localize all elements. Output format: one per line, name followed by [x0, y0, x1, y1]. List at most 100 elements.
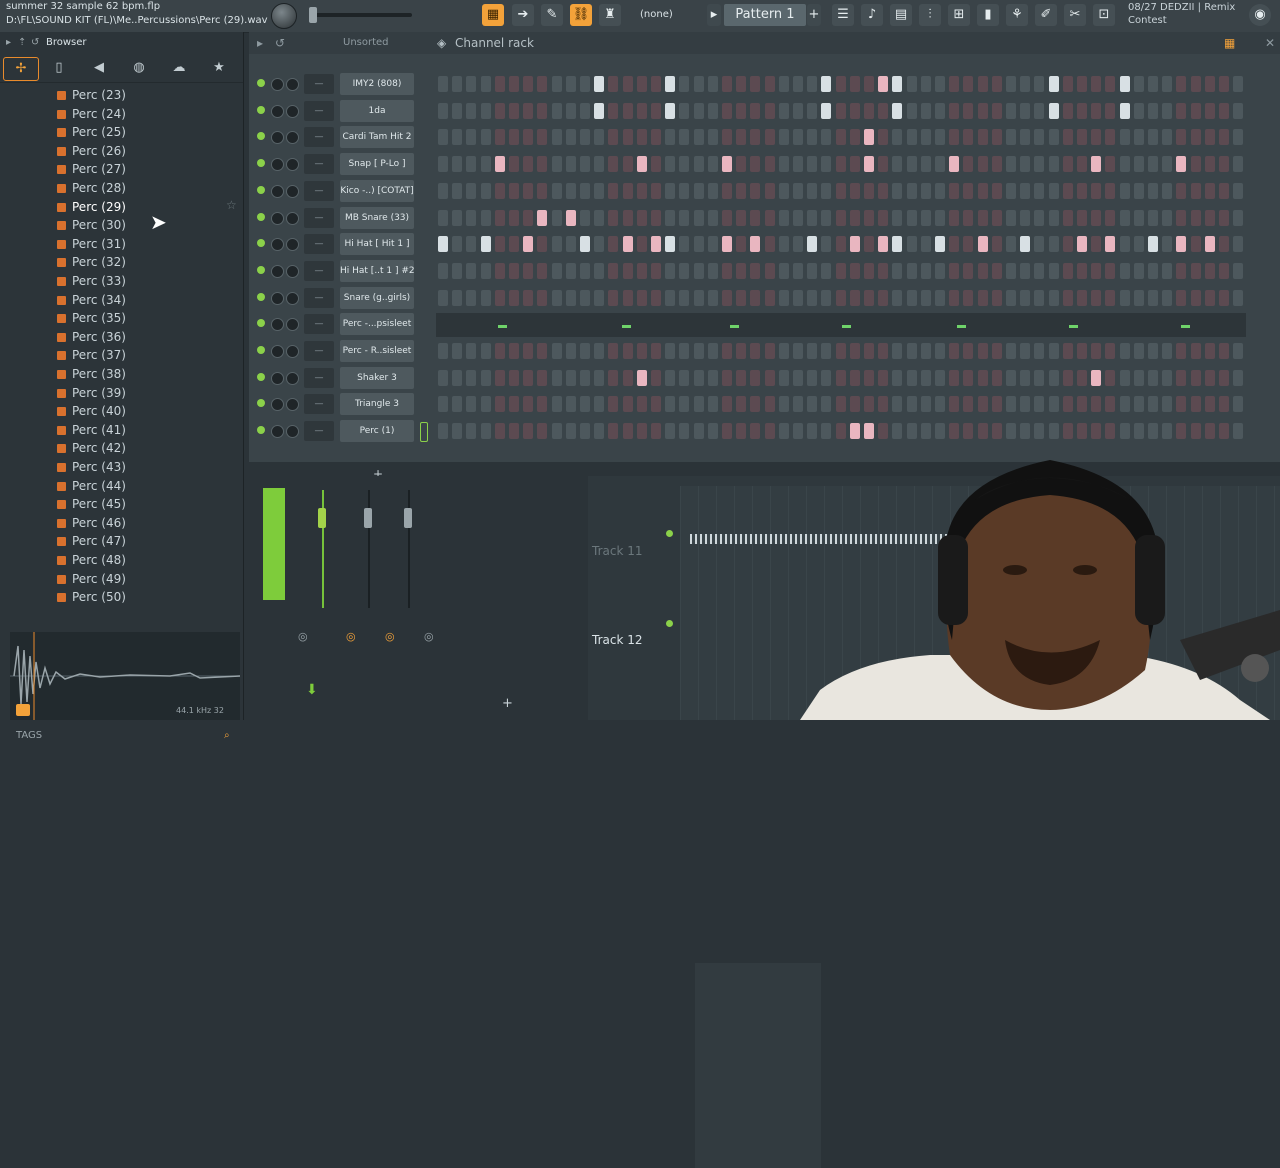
step-button[interactable]	[793, 156, 803, 173]
browser-file-item[interactable]: Perc (42)	[57, 439, 126, 457]
step-button[interactable]	[537, 289, 548, 306]
step-button[interactable]	[977, 343, 988, 359]
step-button[interactable]	[878, 369, 889, 386]
browser-file-item[interactable]: Perc (24)	[57, 105, 126, 123]
step-button[interactable]	[665, 423, 676, 440]
pattern-picker[interactable]: (none)	[640, 5, 700, 25]
step-button[interactable]	[665, 209, 676, 226]
step-button[interactable]	[1006, 423, 1016, 440]
step-button[interactable]	[977, 236, 988, 253]
step-button[interactable]	[991, 182, 1002, 199]
step-button[interactable]	[1119, 236, 1130, 253]
step-button[interactable]	[1034, 423, 1045, 440]
step-button[interactable]	[707, 156, 718, 173]
step-button[interactable]	[878, 209, 889, 226]
cut-icon[interactable]: ✂	[1064, 4, 1086, 26]
step-button[interactable]	[494, 129, 505, 146]
step-button[interactable]	[1034, 396, 1045, 413]
step-button[interactable]	[693, 289, 704, 306]
step-button[interactable]	[849, 236, 860, 253]
step-button[interactable]	[594, 102, 605, 119]
step-button[interactable]	[963, 262, 974, 279]
step-button[interactable]	[1148, 396, 1158, 413]
step-button[interactable]	[509, 369, 519, 386]
step-button[interactable]	[864, 209, 874, 226]
step-button[interactable]	[466, 102, 477, 119]
step-button[interactable]	[750, 236, 761, 253]
step-button[interactable]	[523, 156, 534, 173]
step-button[interactable]	[935, 396, 945, 413]
channel-target-mixer[interactable]: —	[304, 180, 334, 201]
step-button[interactable]	[963, 102, 974, 119]
add-insert-button[interactable]: +	[502, 696, 513, 711]
step-button[interactable]	[807, 423, 818, 440]
channel-target-mixer[interactable]: —	[304, 287, 334, 308]
step-button[interactable]	[963, 156, 974, 173]
step-button[interactable]	[537, 343, 548, 359]
step-button[interactable]	[580, 262, 590, 279]
step-button[interactable]	[1190, 156, 1201, 173]
step-button[interactable]	[722, 396, 732, 413]
step-button[interactable]	[1048, 102, 1059, 119]
step-button[interactable]	[665, 156, 676, 173]
step-button[interactable]	[764, 209, 775, 226]
step-button[interactable]	[1190, 423, 1201, 440]
step-button[interactable]	[1105, 129, 1116, 146]
step-button[interactable]	[551, 76, 562, 92]
link-knob-icon[interactable]: ◎	[346, 630, 356, 643]
step-button[interactable]	[1219, 423, 1229, 440]
step-button[interactable]	[793, 262, 803, 279]
step-button[interactable]	[707, 262, 718, 279]
step-button[interactable]	[1133, 102, 1144, 119]
step-button[interactable]	[807, 262, 818, 279]
step-button[interactable]	[878, 182, 889, 199]
step-button[interactable]	[466, 129, 477, 146]
step-button[interactable]	[793, 129, 803, 146]
step-button[interactable]	[509, 423, 519, 440]
step-button[interactable]	[1119, 262, 1130, 279]
step-button[interactable]	[991, 102, 1002, 119]
step-button[interactable]	[807, 236, 818, 253]
step-button[interactable]	[1148, 236, 1158, 253]
step-button[interactable]	[580, 76, 590, 92]
step-button[interactable]	[1077, 369, 1087, 386]
channel-rack-icon[interactable]: ▤	[890, 4, 912, 26]
close-icon[interactable]: ✕	[1265, 32, 1275, 54]
step-button[interactable]	[906, 156, 917, 173]
step-button[interactable]	[949, 369, 960, 386]
step-button[interactable]	[821, 396, 832, 413]
step-button[interactable]	[736, 156, 747, 173]
step-button[interactable]	[821, 209, 832, 226]
step-button[interactable]	[1048, 423, 1059, 440]
channel-pan-knob[interactable]	[271, 158, 284, 172]
step-button[interactable]	[849, 369, 860, 386]
step-button[interactable]	[494, 262, 505, 279]
browser-file-item[interactable]: Perc (38)	[57, 365, 126, 383]
step-button[interactable]	[864, 236, 874, 253]
step-button[interactable]	[949, 423, 960, 440]
step-button[interactable]	[991, 209, 1002, 226]
step-button[interactable]	[1148, 209, 1158, 226]
step-button[interactable]	[977, 396, 988, 413]
step-button[interactable]	[991, 156, 1002, 173]
step-button[interactable]	[778, 369, 789, 386]
step-button[interactable]	[1148, 129, 1158, 146]
search-icon[interactable]: ⌕	[224, 726, 230, 746]
step-button[interactable]	[565, 102, 576, 119]
step-button[interactable]	[892, 209, 903, 226]
step-button[interactable]	[878, 236, 889, 253]
step-button[interactable]	[1062, 262, 1073, 279]
step-button[interactable]	[594, 369, 605, 386]
files-tab-icon[interactable]: ▯	[42, 57, 76, 79]
step-button[interactable]	[1062, 76, 1073, 92]
step-button[interactable]	[1034, 369, 1045, 386]
step-button[interactable]	[722, 343, 732, 359]
step-button[interactable]	[1219, 396, 1229, 413]
step-button[interactable]	[480, 129, 491, 146]
step-button[interactable]	[651, 102, 661, 119]
step-button[interactable]	[991, 236, 1002, 253]
step-button[interactable]	[878, 76, 889, 92]
step-button[interactable]	[651, 343, 661, 359]
step-button[interactable]	[906, 102, 917, 119]
step-button[interactable]	[537, 236, 548, 253]
